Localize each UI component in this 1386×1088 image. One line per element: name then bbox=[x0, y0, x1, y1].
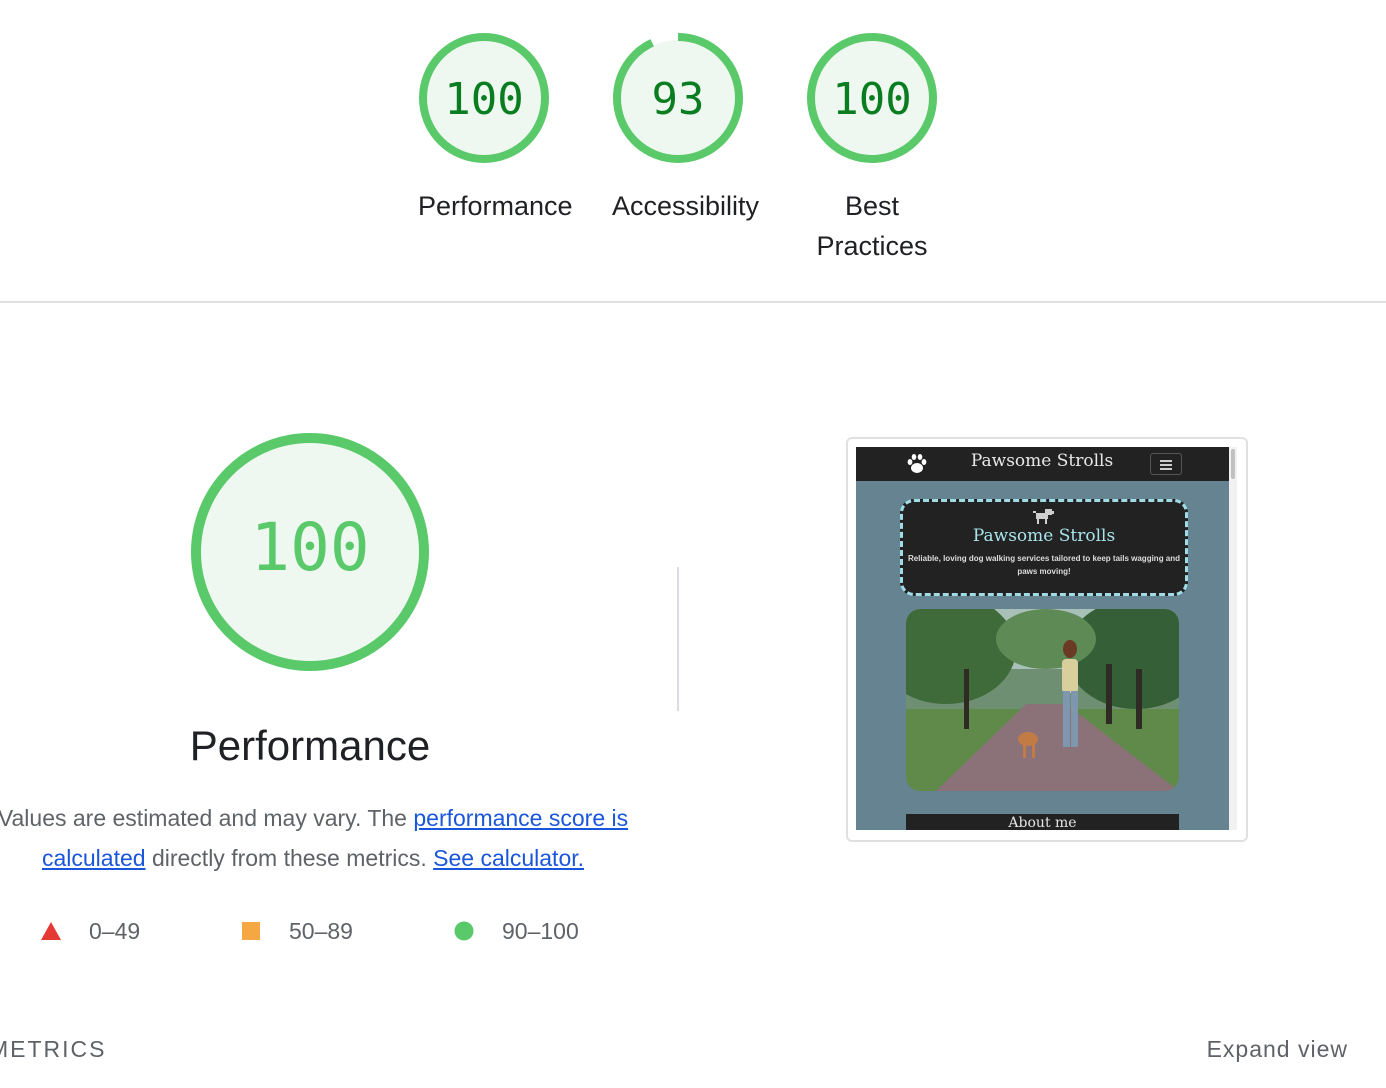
legend-average-range: 50–89 bbox=[289, 918, 353, 944]
square-icon bbox=[242, 922, 260, 940]
hero-title: Pawsome Strolls bbox=[972, 526, 1116, 546]
performance-title: Performance bbox=[189, 722, 431, 769]
vertical-separator bbox=[677, 567, 679, 711]
gauge-accessibility[interactable]: 93 Accessibility bbox=[612, 32, 760, 226]
paw-icon bbox=[907, 454, 927, 473]
hero-banner: Pawsome Strolls Reliable, loving dog wal… bbox=[900, 499, 1188, 596]
performance-gauge: 100 bbox=[191, 433, 429, 671]
menu-toggle-icon bbox=[1150, 453, 1182, 475]
performance-description: Values are estimated and may vary. The p… bbox=[0, 798, 638, 878]
gauge-score: 100 bbox=[444, 74, 523, 125]
section-divider bbox=[0, 301, 1386, 303]
about-heading: About me bbox=[906, 814, 1179, 830]
gauge-label: Performance bbox=[418, 191, 573, 221]
gauge-label: Accessibility bbox=[612, 191, 760, 221]
gauge-ring: 93 bbox=[613, 33, 743, 163]
final-screenshot: Pawsome Strolls Pawsome Strolls Reliable… bbox=[856, 447, 1229, 830]
gauge-performance[interactable]: 100 Performance bbox=[418, 32, 573, 226]
see-calculator-link[interactable]: See calculator. bbox=[433, 845, 584, 871]
description-text: directly from these metrics. bbox=[145, 845, 434, 871]
metrics-heading: METRICS bbox=[0, 1036, 107, 1062]
description-text: Values are estimated and may vary. The bbox=[0, 805, 414, 831]
gauge-best-practices[interactable]: 100 Best Practices bbox=[806, 32, 938, 266]
gauge-ring: 100 bbox=[419, 33, 549, 163]
legend-fail-range: 0–49 bbox=[89, 918, 141, 944]
circle-icon bbox=[454, 921, 474, 941]
gauge-score: 100 bbox=[832, 74, 911, 125]
site-brand-title: Pawsome Strolls bbox=[970, 451, 1114, 471]
dog-walk-image bbox=[906, 609, 1179, 791]
gauge-score: 93 bbox=[652, 74, 705, 125]
performance-score: 100 bbox=[250, 509, 369, 586]
gauge-ring: 100 bbox=[807, 33, 937, 163]
hero-photo bbox=[906, 609, 1179, 791]
gauge-label: Best Practices bbox=[816, 191, 928, 261]
hero-subtitle: Reliable, loving dog walking services ta… bbox=[907, 554, 1181, 576]
legend-pass-range: 90–100 bbox=[502, 918, 579, 944]
triangle-icon bbox=[41, 922, 61, 940]
site-navbar: Pawsome Strolls bbox=[856, 447, 1229, 481]
expand-view-button[interactable]: Expand view bbox=[1207, 1036, 1348, 1063]
screenshot-scrollbar bbox=[1229, 447, 1237, 830]
dog-icon bbox=[1033, 509, 1054, 524]
